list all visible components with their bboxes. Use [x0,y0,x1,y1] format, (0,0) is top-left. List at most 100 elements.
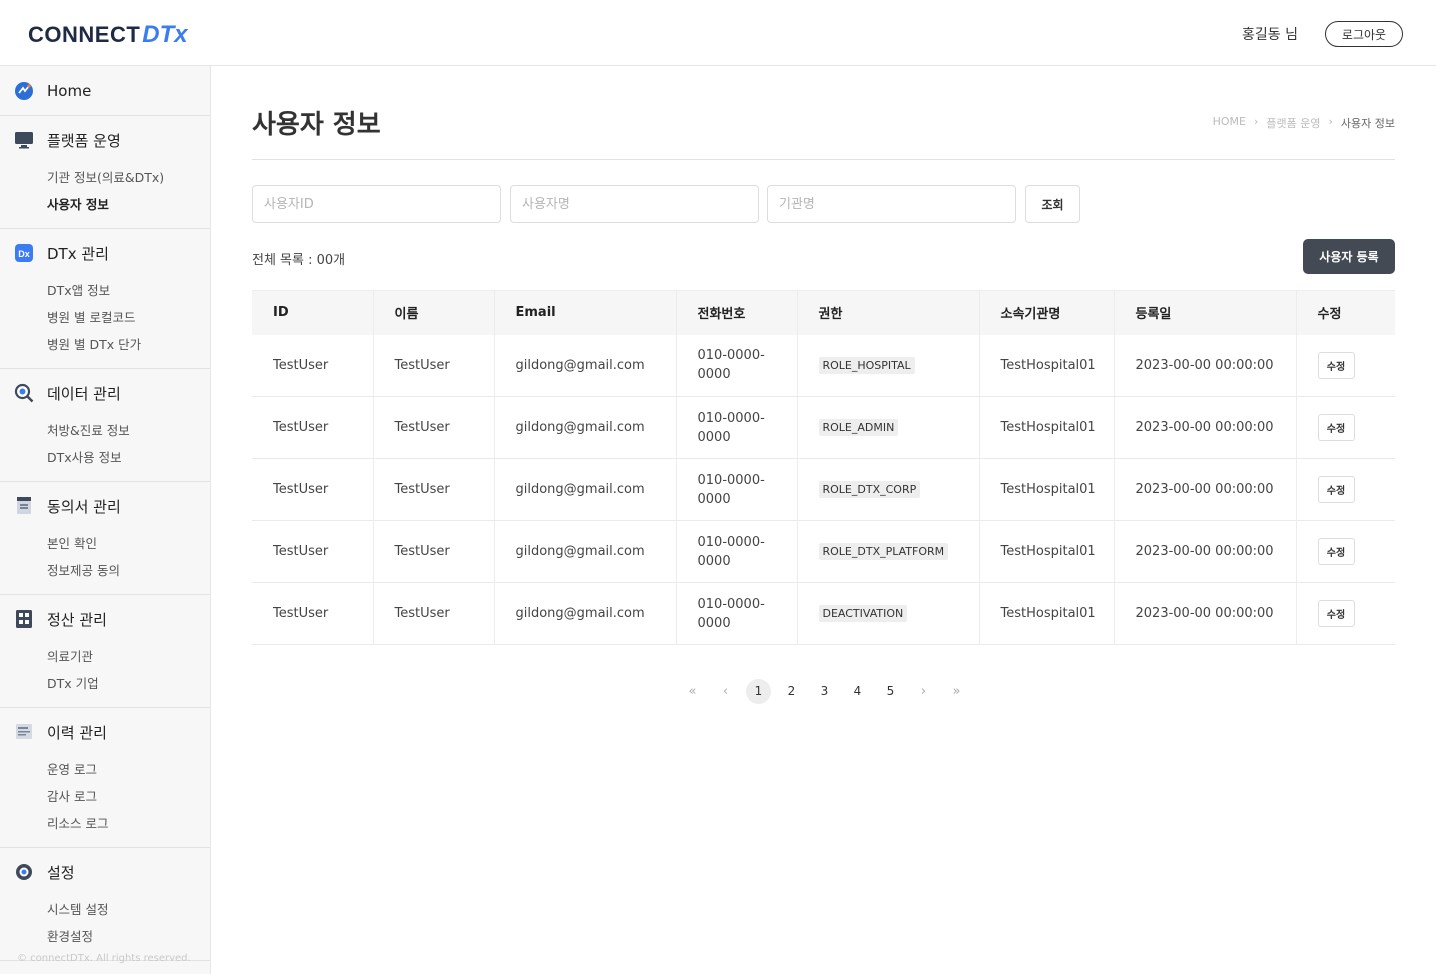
user-name-input[interactable] [510,185,759,223]
cell-org: TestHospital01 [979,582,1115,645]
gear-icon [14,862,34,882]
prev-page-icon[interactable]: ‹ [713,679,738,704]
user-table: ID 이름 Email 전화번호 권한 소속기관명 등록일 수정 TestUser TestUs… [252,290,1395,645]
page-number[interactable]: 5 [878,679,903,704]
sidebar-item[interactable]: 병원 별 로컬코드 [0,304,210,331]
edit-button[interactable]: 수정 [1317,351,1355,379]
copyright: © connectDTx. All rights reserved. [17,953,191,964]
sidebar-section-header[interactable]: 데이터 관리 [0,369,210,417]
sidebar-section-header[interactable]: 플랫폼 운영 [0,116,210,164]
cell-phone: 010-0000-0000 [676,582,798,645]
table-row: TestUser TestUser gildong@gmail.com 010-000… [252,458,1395,521]
cell-name: TestUser [373,334,495,397]
breadcrumb: HOME › 플랫폼 운영 › 사용자 정보 [1213,115,1395,131]
edit-button[interactable]: 수정 [1317,538,1355,565]
title-divider [252,159,1395,160]
phone-text: 010-0000-0000 [697,472,765,507]
sidebar-section-label: 이력 관리 [47,723,107,742]
sidebar-item[interactable]: 감사 로그 [0,783,210,810]
column-header: ID [252,290,374,335]
cell-email: gildong@gmail.com [494,582,677,645]
cell-phone: 010-0000-0000 [676,396,798,459]
sidebar-section-header[interactable]: 동의서 관리 [0,482,210,530]
edit-button[interactable]: 수정 [1317,414,1355,441]
org-name-input[interactable] [767,185,1016,223]
column-header: 이름 [373,290,495,335]
cell-name: TestUser [373,458,495,521]
column-header: Email [494,290,677,335]
first-page-icon[interactable]: « [680,679,705,704]
cell-date: 2023-00-00 00:00:00 [1114,458,1297,521]
sidebar-item[interactable]: 기관 정보(의료&DTx) [0,164,210,191]
cell-email: gildong@gmail.com [494,520,677,583]
cell-date: 2023-00-00 00:00:00 [1114,520,1297,583]
cell-date: 2023-00-00 00:00:00 [1114,334,1297,397]
sidebar-section: 이력 관리운영 로그 감사 로그 리소스 로그 [0,708,210,848]
sidebar-section: 정산 관리 의료기관 DTx 기업 [0,595,210,708]
breadcrumb-home[interactable]: HOME [1213,115,1246,131]
sidebar-section-header[interactable]: 이력 관리 [0,708,210,756]
sidebar-section: 플랫폼 운영 기관 정보(의료&DTx) 사용자 정보 [0,116,210,229]
monitor-icon [14,130,34,150]
chevron-right-icon: › [1253,115,1259,128]
cell-date: 2023-00-00 00:00:00 [1114,582,1297,645]
role-badge: ROLE_DTX_CORP [818,481,921,498]
logout-button[interactable]: 로그아웃 [1325,21,1403,47]
sidebar-section-label: 설정 [47,863,75,882]
total-count: 전체 목록 : 00개 [252,253,346,268]
last-page-icon[interactable]: » [944,679,969,704]
add-user-button[interactable]: 사용자 등록 [1303,239,1395,274]
column-header: 수정 [1317,307,1342,323]
table-header-row: ID 이름 Email 전화번호 권한 소속기관명 등록일 수정 [252,290,1395,335]
sidebar-item[interactable]: DTx사용 정보 [0,444,210,471]
edit-button[interactable]: 수정 [1317,600,1355,627]
breadcrumb-platform[interactable]: 플랫폼 운영 [1266,115,1320,131]
cell-org: TestHospital01 [979,396,1115,459]
page-number[interactable]: 2 [779,679,804,704]
cell-id: TestUser [252,334,374,397]
page-number[interactable]: 1 [746,679,771,704]
user-id-input[interactable] [252,185,501,223]
connect-dtx-logo[interactable]: CONNECT DTx [28,20,188,50]
sidebar-item[interactable]: 처방&진료 정보 [0,417,210,444]
sidebar-item[interactable]: DTx 기업 [0,670,210,697]
sidebar-item[interactable]: 의료기관 [0,643,210,670]
sidebar-section-label: DTx 관리 [47,244,109,263]
sidebar-section-header[interactable]: 정산 관리 [0,595,210,643]
page-number[interactable]: 3 [812,679,837,704]
sidebar-item[interactable]: 정보제공 동의 [0,557,210,584]
cell-role: DEACTIVATION [797,582,980,645]
sidebar-item[interactable]: 사용자 정보 [0,191,210,218]
search-button[interactable]: 조회 [1025,185,1080,223]
column-header: 전화번호 [676,290,798,335]
column-header: 권한 [797,290,980,335]
next-page-icon[interactable]: › [911,679,936,704]
sidebar-item[interactable]: 운영 로그 [0,756,210,783]
logo-dtx-text: DTx [142,21,188,48]
cell-id: TestUser [252,582,374,645]
cell-role: ROLE_ADMIN [797,396,980,459]
sidebar-section: 데이터 관리 처방&진료 정보 DTx사용 정보 [0,369,210,482]
cell-org: TestHospital01 [979,334,1115,397]
sidebar-home[interactable]: Home [0,66,210,116]
cell-edit: 수정 [1296,521,1395,583]
sidebar-item[interactable]: 본인 확인 [0,530,210,557]
phone-text: 010-0000-0000 [697,596,765,631]
sidebar-item[interactable]: 시스템 설정 [0,896,210,923]
page-number[interactable]: 4 [845,679,870,704]
sidebar: Home 플랫폼 운영 기관 정보(의료&DTx) 사용자 정보 Dx DTx 관리 DT… [0,66,211,974]
sidebar-section-header[interactable]: 설정 [0,848,210,896]
sidebar-item[interactable]: DTx앱 정보 [0,277,210,304]
sidebar-section: 동의서 관리 본인 확인 정보제공 동의 [0,482,210,595]
calculator-icon [14,609,34,629]
user-name: 홍길동 님 [1242,27,1298,43]
cell-role: ROLE_DTX_PLATFORM [797,520,980,583]
edit-button[interactable]: 수정 [1317,476,1355,503]
sidebar-section-header[interactable]: Dx DTx 관리 [0,229,210,277]
sidebar-item[interactable]: 환경설정 [0,923,210,950]
sidebar-section: Dx DTx 관리 DTx앱 정보 병원 별 로컬코드 병원 별 DTx 단가 [0,229,210,369]
sidebar-item[interactable]: 리소스 로그 [0,810,210,837]
cell-name: TestUser [373,582,495,645]
sidebar-item[interactable]: 병원 별 DTx 단가 [0,331,210,358]
table-row: TestUser TestUser gildong@gmail.com 010-000… [252,396,1395,459]
